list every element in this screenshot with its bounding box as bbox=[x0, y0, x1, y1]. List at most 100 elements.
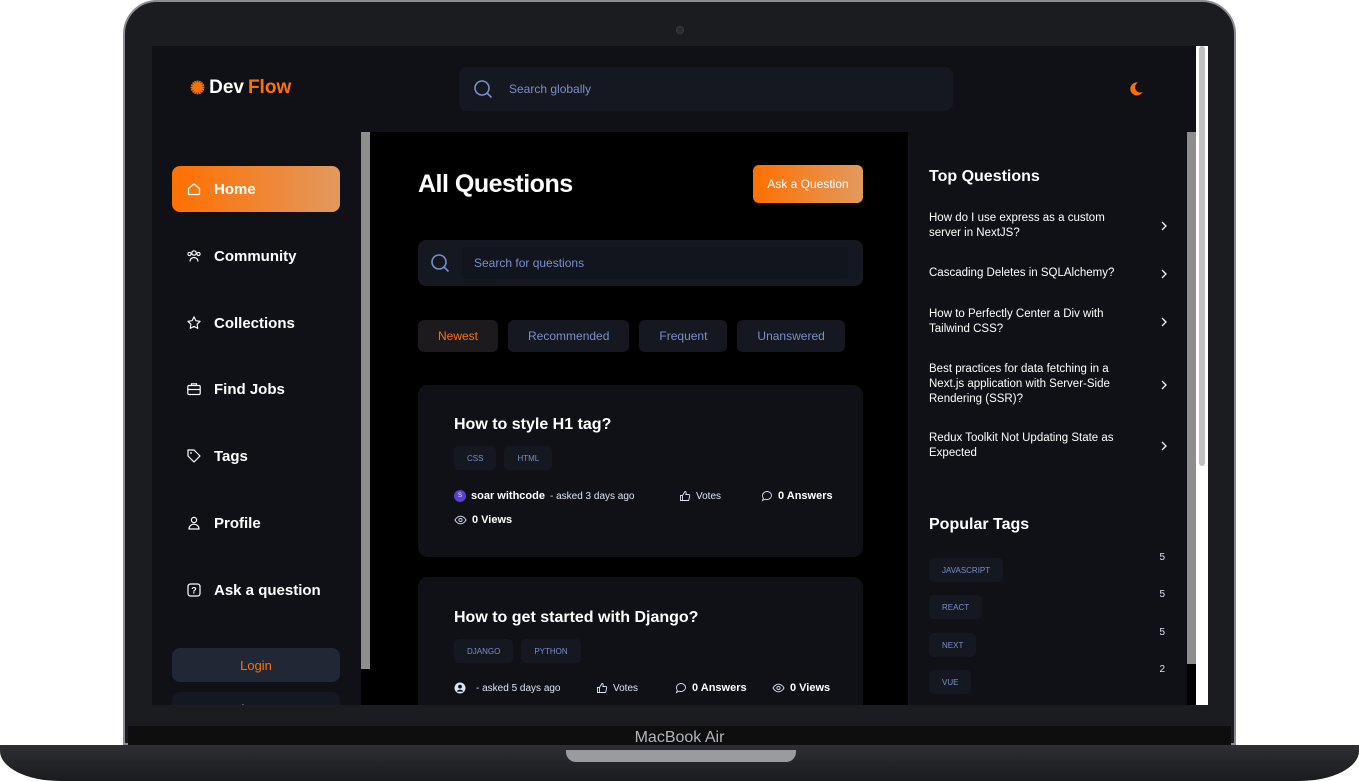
votes-metric: Votes bbox=[679, 490, 721, 502]
logo-text-part2: Flow bbox=[247, 77, 292, 98]
question-title[interactable]: How to style H1 tag? bbox=[454, 416, 611, 434]
views-label: 0 Views bbox=[790, 682, 831, 694]
views-metric: 0 Views bbox=[454, 514, 512, 526]
popular-tag-row[interactable]: REACT 5 bbox=[929, 589, 1165, 619]
message-icon bbox=[761, 491, 772, 502]
camera bbox=[676, 26, 684, 34]
filter-tabs: Newest Recommended Frequent Unanswered bbox=[418, 320, 845, 352]
popular-tag-row[interactable]: NEXT 5 bbox=[929, 627, 1165, 657]
votes-metric: Votes bbox=[596, 682, 638, 694]
svg-text:?: ? bbox=[191, 586, 197, 596]
logo[interactable]: ✺ Dev Flow bbox=[190, 77, 291, 99]
sidebar-item-label: Collections bbox=[214, 314, 295, 332]
answers-label: 0 Answers bbox=[778, 490, 833, 502]
star-icon bbox=[187, 316, 201, 329]
filter-newest[interactable]: Newest bbox=[418, 320, 499, 352]
moon-icon[interactable] bbox=[1128, 81, 1144, 97]
ask-question-button[interactable]: Ask a Question bbox=[753, 165, 863, 203]
top-question-text: How do I use express as a custom server … bbox=[929, 212, 1105, 239]
signup-button[interactable]: Sign Up bbox=[172, 692, 340, 705]
left-sidebar: Home Community Collections Find Jobs Tag… bbox=[152, 132, 361, 705]
sidebar-item-label: Tags bbox=[214, 447, 248, 465]
tag-count: 5 bbox=[1159, 589, 1165, 600]
answers-metric: 0 Answers bbox=[675, 682, 747, 694]
sidebar-item-ask-question[interactable]: ? Ask a question bbox=[172, 567, 340, 613]
filter-unanswered[interactable]: Unanswered bbox=[737, 320, 845, 352]
asked-time: - asked 3 days ago bbox=[549, 490, 635, 502]
top-question-item[interactable]: How do I use express as a custom server … bbox=[929, 211, 1169, 241]
chevron-right-icon bbox=[1161, 317, 1167, 327]
question-author[interactable]: S soar withcode - asked 3 days ago bbox=[454, 490, 634, 502]
question-search[interactable] bbox=[418, 240, 863, 286]
sidebar-item-tags[interactable]: Tags bbox=[172, 433, 340, 479]
tag-badge[interactable]: NEXT bbox=[929, 633, 977, 657]
tag-badge[interactable]: PYTHON bbox=[521, 639, 581, 663]
search-icon bbox=[474, 80, 493, 99]
top-question-item[interactable]: Redux Toolkit Not Updating State as Expe… bbox=[929, 431, 1169, 461]
tag-badge[interactable]: DJANGO bbox=[454, 639, 514, 663]
eye-icon bbox=[454, 515, 467, 525]
avatar: S bbox=[454, 490, 466, 502]
sidebar-item-community[interactable]: Community bbox=[172, 233, 340, 279]
chevron-right-icon bbox=[1161, 380, 1167, 389]
home-icon bbox=[187, 183, 201, 196]
tag-badge[interactable]: CSS bbox=[454, 446, 497, 470]
tag-count: 2 bbox=[1159, 664, 1165, 675]
global-search-input[interactable] bbox=[507, 81, 887, 97]
question-search-field[interactable] bbox=[462, 247, 848, 279]
suitcase-icon bbox=[187, 383, 201, 396]
sidebar-item-collections[interactable]: Collections bbox=[172, 300, 340, 346]
views-metric: 0 Views bbox=[772, 682, 830, 694]
filter-frequent[interactable]: Frequent bbox=[639, 320, 728, 352]
question-title[interactable]: How to get started with Django? bbox=[454, 609, 698, 627]
top-question-text: Cascading Deletes in SQLAlchemy? bbox=[929, 267, 1115, 279]
popular-tag-row[interactable]: JAVASCRIPT 5 bbox=[929, 552, 1165, 582]
top-question-text: How to Perfectly Center a Div with Tailw… bbox=[929, 308, 1104, 335]
right-scrollbar[interactable] bbox=[1187, 132, 1196, 664]
question-tags: DJANGO PYTHON bbox=[454, 639, 581, 663]
sidebar-item-label: Profile bbox=[214, 514, 261, 532]
question-card[interactable]: How to style H1 tag? CSS HTML S soar wit… bbox=[418, 385, 863, 557]
question-card[interactable]: How to get started with Django? DJANGO P… bbox=[418, 577, 863, 705]
global-search[interactable] bbox=[459, 67, 953, 111]
filter-recommended[interactable]: Recommended bbox=[508, 320, 630, 352]
page-title: All Questions bbox=[418, 170, 573, 198]
question-tags: CSS HTML bbox=[454, 446, 553, 470]
sidebar-item-home[interactable]: Home bbox=[172, 166, 340, 212]
question-search-input[interactable] bbox=[472, 255, 832, 271]
tag-badge[interactable]: REACT bbox=[929, 595, 983, 619]
top-question-item[interactable]: How to Perfectly Center a Div with Tailw… bbox=[929, 307, 1169, 337]
tag-count: 5 bbox=[1159, 552, 1165, 563]
screen: ✺ DevFlow Home Community Collections Fin… bbox=[152, 46, 1208, 705]
left-scrollbar[interactable] bbox=[361, 132, 370, 669]
top-question-item[interactable]: Cascading Deletes in SQLAlchemy? bbox=[929, 266, 1169, 281]
tag-badge[interactable]: VUE bbox=[929, 670, 972, 694]
popular-tag-row[interactable]: VUE 2 bbox=[929, 664, 1165, 694]
tag-badge[interactable]: JAVASCRIPT bbox=[929, 558, 1004, 582]
chevron-right-icon bbox=[1161, 441, 1167, 451]
sidebar-item-label: Ask a question bbox=[214, 581, 321, 599]
answers-metric: 0 Answers bbox=[761, 490, 833, 502]
question-author[interactable]: - asked 5 days ago bbox=[454, 682, 561, 694]
sidebar-item-profile[interactable]: Profile bbox=[172, 500, 340, 546]
votes-label: Votes bbox=[696, 490, 722, 502]
thumbs-up-icon bbox=[680, 491, 691, 501]
thumbs-up-icon bbox=[597, 683, 608, 693]
user-circle-icon bbox=[454, 682, 466, 694]
top-question-item[interactable]: Best practices for data fetching in a Ne… bbox=[929, 362, 1169, 407]
top-questions-title: Top Questions bbox=[929, 168, 1040, 185]
tag-badge[interactable]: HTML bbox=[504, 446, 553, 470]
login-button[interactable]: Login bbox=[172, 648, 340, 682]
eye-icon bbox=[772, 683, 785, 693]
chevron-right-icon bbox=[1161, 269, 1167, 278]
question-icon: ? bbox=[187, 583, 201, 597]
sidebar-item-find-jobs[interactable]: Find Jobs bbox=[172, 366, 340, 412]
views-label: 0 Views bbox=[472, 514, 513, 526]
users-icon bbox=[187, 250, 201, 262]
right-sidebar: Top Questions How do I use express as a … bbox=[908, 132, 1187, 705]
page-scrollbar[interactable] bbox=[1199, 46, 1205, 466]
votes-label: Votes bbox=[613, 682, 639, 694]
logo-sun-icon: ✺ bbox=[190, 77, 206, 98]
main-content: All Questions Ask a Question Newest Reco… bbox=[370, 132, 908, 705]
sidebar-item-label: Home bbox=[214, 180, 256, 198]
